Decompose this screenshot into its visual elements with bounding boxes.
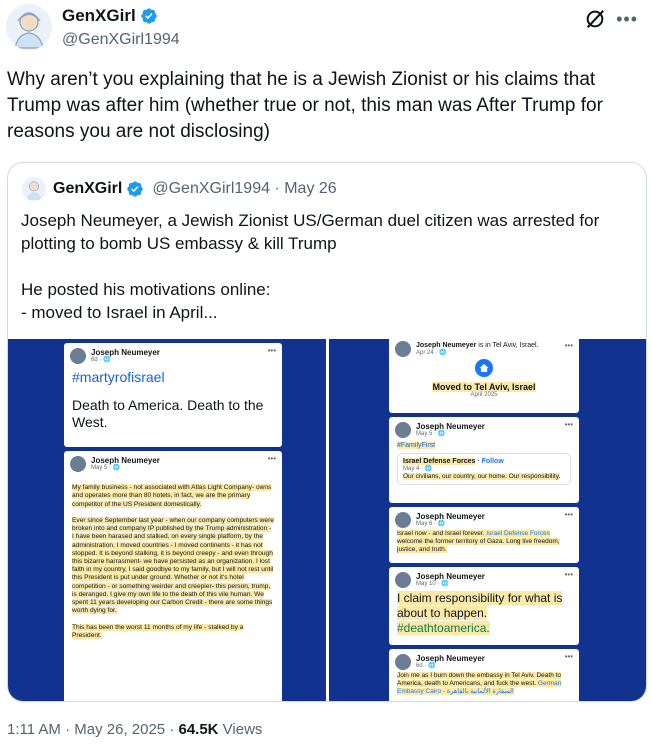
fb-avatar <box>395 422 411 438</box>
author-name-text[interactable]: GenXGirl <box>62 6 136 26</box>
fb-avatar <box>395 512 411 528</box>
fb-avatar <box>70 348 86 364</box>
fb-tag-link: Israel Defense Forces <box>486 530 550 537</box>
fb-author-name: Joseph Neumeyer <box>416 654 485 663</box>
fb-author-name: Joseph Neumeyer <box>416 512 485 521</box>
fb-location: is in Tel Aviv, Israel. <box>476 342 539 349</box>
fb-avatar <box>70 456 86 472</box>
fb-more-icon: ••• <box>564 510 573 519</box>
quoted-media[interactable]: Joseph Neumeyer 6d · 🌐 ••• #martyrofisra… <box>8 339 646 701</box>
quoted-author-name-text[interactable]: GenXGirl <box>53 180 122 198</box>
fb-post-card: Joseph Neumeyer 6d · 🌐 ••• #martyrofisra… <box>64 343 282 447</box>
fb-author-name: Joseph Neumeyer <box>91 456 160 465</box>
fb-post-text: My family business - not associated with… <box>72 484 274 639</box>
grok-icon[interactable] <box>584 8 606 30</box>
fb-shared-author: Israel Defense Forces <box>403 458 476 465</box>
fb-author-name: Joseph Neumeyer <box>416 422 485 431</box>
fb-hashtag: #martyrofisrael <box>72 369 165 385</box>
media-image-left[interactable]: Joseph Neumeyer 6d · 🌐 ••• #martyrofisra… <box>8 339 326 701</box>
fb-post-text: Death to America. Death to the West. <box>72 397 264 430</box>
fb-avatar <box>395 341 411 357</box>
more-options-icon[interactable]: ••• <box>616 10 638 28</box>
globe-icon: 🌐 <box>439 350 447 356</box>
quoted-tweet-text: Joseph Neumeyer, a Jewish Zionist US/Ger… <box>21 211 600 322</box>
fb-post-card: Joseph Neumeyer May 10 · 🌐 ••• I claim r… <box>389 567 579 645</box>
fb-more-icon: ••• <box>267 346 276 355</box>
fb-post-card: Joseph Neumeyer May 5 · 🌐 ••• My family … <box>64 451 282 701</box>
fb-post-date: Apr 24 · <box>416 350 440 356</box>
author-handle[interactable]: @GenXGirl1994 <box>62 31 180 49</box>
quoted-tweet[interactable]: GenXGirl @GenXGirl1994 · May 26 Joseph N… <box>7 162 647 702</box>
globe-icon: 🌐 <box>441 581 449 587</box>
tweet-meta: 1:11 AM · May 26, 2025 · 64.5K Views <box>7 721 262 738</box>
fb-life-event-date: April 2025 <box>470 392 498 398</box>
fb-more-icon: ••• <box>564 570 573 579</box>
globe-icon: 🌐 <box>437 431 446 437</box>
fb-hashtag: #FamilyFirst <box>397 442 436 449</box>
fb-more-icon: ••• <box>564 420 573 429</box>
fb-post-text: Join me as I burn down the embassy in Te… <box>397 672 562 687</box>
fb-post-card: Joseph Neumeyer 6d · 🌐 ••• Join me as I … <box>389 649 579 701</box>
fb-post-date: May 6 · <box>416 521 438 527</box>
fb-follow-link: · Follow <box>475 458 504 465</box>
quoted-author-handle[interactable]: @GenXGirl1994 · May 26 <box>152 180 336 198</box>
globe-icon: 🌐 <box>112 465 121 471</box>
tweet-text: Why aren’t you explaining that he is a J… <box>7 69 603 142</box>
fb-author-name: Joseph Neumeyer <box>416 342 477 349</box>
fb-shared-date: May 4 · <box>403 466 425 472</box>
fb-hashtag: #deathtoamerica. <box>397 621 490 635</box>
fb-shared-text: Our civilians, our country, our home. Ou… <box>403 473 561 480</box>
fb-post-date: May 5 · <box>416 431 438 437</box>
fb-post-date: 6d · <box>91 357 104 363</box>
author-avatar[interactable] <box>6 4 52 50</box>
views-label: Views <box>218 721 263 738</box>
fb-post-text: Israel now - and Israel forever. <box>397 530 487 537</box>
fb-avatar <box>395 572 411 588</box>
fb-more-icon: ••• <box>564 341 573 350</box>
quoted-author-avatar[interactable] <box>22 177 46 201</box>
views-count: 64.5K <box>178 721 219 738</box>
fb-shared-post: Israel Defense Forces · Follow May 4 · 🌐… <box>397 453 571 485</box>
globe-icon: 🌐 <box>424 466 433 472</box>
verified-badge-icon <box>127 181 144 197</box>
globe-icon: 🌐 <box>428 663 436 669</box>
media-image-right[interactable]: Joseph Neumeyer is in Tel Aviv, Israel. … <box>329 339 646 701</box>
fb-post-text: I claim responsibility for what is about… <box>397 591 563 620</box>
fb-life-event: Moved to Tel Aviv, Israel <box>432 382 536 392</box>
fb-avatar <box>395 654 411 670</box>
fb-post-date: May 10 · <box>416 581 442 587</box>
verified-badge-icon <box>141 8 157 24</box>
globe-icon: 🌐 <box>437 521 446 527</box>
globe-icon: 🌐 <box>103 357 111 363</box>
fb-post-text-continued: welcome the former territory of Gaza. Lo… <box>397 538 560 553</box>
fb-author-name: Joseph Neumeyer <box>91 348 160 357</box>
fb-author-name: Joseph Neumeyer <box>416 572 485 581</box>
fb-post-date: May 5 · <box>91 465 113 471</box>
quoted-author-name[interactable]: GenXGirl @GenXGirl1994 · May 26 <box>53 180 337 198</box>
fb-more-icon: ••• <box>564 652 573 661</box>
fb-post-card: Joseph Neumeyer May 5 · 🌐 ••• #FamilyFir… <box>389 417 579 503</box>
fb-post-date: 6d · <box>416 663 429 669</box>
author-name[interactable]: GenXGirl <box>62 6 158 26</box>
fb-post-card: Joseph Neumeyer is in Tel Aviv, Israel. … <box>389 339 579 413</box>
home-icon <box>475 359 493 377</box>
tweet-timestamp[interactable]: 1:11 AM · May 26, 2025 · <box>7 721 178 738</box>
fb-post-card: Joseph Neumeyer May 6 · 🌐 ••• Israel now… <box>389 507 579 563</box>
fb-more-icon: ••• <box>267 454 276 463</box>
